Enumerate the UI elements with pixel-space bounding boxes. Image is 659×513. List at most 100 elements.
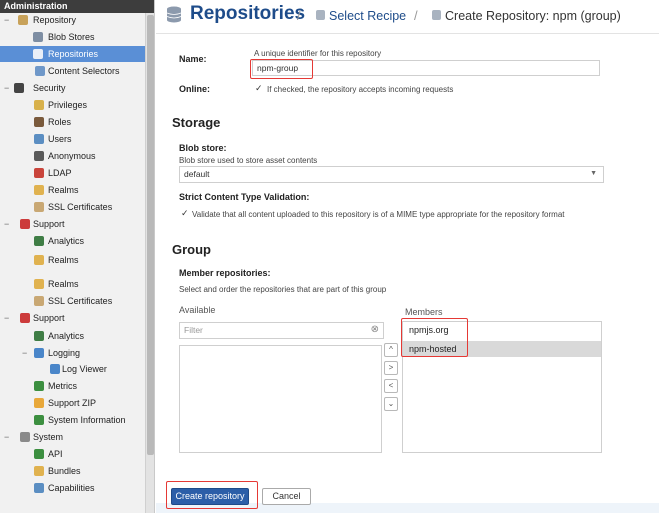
collapse-toggle-icon[interactable]: − [4, 216, 12, 232]
sidebar-item-realms[interactable]: Realms [0, 276, 145, 292]
member-repositories-label: Member repositories: [179, 268, 271, 278]
sidebar-item-label: System [33, 432, 64, 442]
add-member-button[interactable]: > [384, 361, 398, 375]
strict-validation-label: Strict Content Type Validation: [179, 192, 310, 202]
sidebar-item-support[interactable]: − Support [0, 310, 145, 326]
anonymous-icon [34, 151, 44, 161]
sidebar-item-ssl-certificates[interactable]: SSL Certificates [0, 293, 145, 309]
breadcrumb-current: Create Repository: npm (group) [445, 9, 621, 23]
realms-icon [34, 185, 44, 195]
sidebar-item-roles[interactable]: Roles [0, 114, 145, 130]
sidebar-item-content-selectors[interactable]: Content Selectors [0, 63, 145, 79]
sidebar-item-api[interactable]: API [0, 446, 145, 462]
breadcrumb-separator: / [414, 8, 418, 23]
clear-filter-icon[interactable]: ⊗ [371, 323, 379, 337]
sidebar-item-blob-stores[interactable]: Blob Stores [0, 29, 145, 45]
blob-store-select[interactable]: default ▼ [179, 166, 604, 183]
sidebar-item-log-viewer[interactable]: Log Viewer [0, 361, 145, 377]
certificate-icon [34, 296, 44, 306]
sidebar-item-label: API [48, 449, 63, 459]
sidebar-item-label: Support ZIP [48, 398, 97, 408]
sidebar-item-label: Realms [48, 279, 79, 289]
sidebar-item-label: Security [33, 83, 66, 93]
sidebar-item-logging[interactable]: − Logging [0, 345, 145, 361]
sidebar-item-capabilities[interactable]: Capabilities [0, 480, 145, 496]
storage-section-title: Storage [172, 115, 221, 130]
sidebar-item-system[interactable]: − System [0, 429, 145, 445]
filter-input[interactable]: Filter ⊗ [179, 322, 384, 339]
sidebar-item-ssl-certificates[interactable]: SSL Certificates [0, 199, 145, 215]
collapse-toggle-icon[interactable]: − [4, 80, 12, 96]
sidebar-item-metrics[interactable]: Metrics [0, 378, 145, 394]
folder-icon [18, 15, 28, 25]
sidebar-item-users[interactable]: Users [0, 131, 145, 147]
sidebar-item-label: Support [33, 219, 65, 229]
sidebar-item-support[interactable]: − Support [0, 216, 145, 232]
strict-validation-checkbox[interactable]: ✓ [181, 209, 190, 218]
sidebar-item-security[interactable]: − Security [0, 80, 145, 96]
group-section-title: Group [172, 242, 211, 257]
sidebar-item-realms[interactable]: Realms [0, 182, 145, 198]
members-label: Members [405, 307, 443, 317]
scrollbar-thumb[interactable] [147, 15, 154, 455]
collapse-toggle-icon[interactable]: − [4, 310, 12, 326]
available-label: Available [179, 305, 216, 315]
sidebar-item-label: SSL Certificates [48, 202, 113, 212]
remove-member-button[interactable]: < [384, 379, 398, 393]
realms-icon [34, 279, 44, 289]
available-list[interactable] [179, 345, 382, 453]
name-help: A unique identifier for this repository [254, 49, 382, 58]
sidebar-item-label: Repository [33, 15, 77, 25]
collapse-toggle-icon[interactable]: − [4, 429, 12, 445]
sidebar-item-label: Metrics [48, 381, 77, 391]
sidebar-item-label: Analytics [48, 331, 85, 341]
privileges-icon [34, 100, 44, 110]
role-icon [34, 117, 44, 127]
api-icon [34, 449, 44, 459]
online-label: Online: [179, 84, 210, 94]
move-up-button[interactable]: ^ [384, 343, 398, 357]
database-icon [432, 10, 441, 20]
sidebar-item-label: Bundles [48, 466, 81, 476]
cancel-button[interactable]: Cancel [262, 488, 311, 505]
page-title[interactable]: Repositories [190, 3, 305, 25]
sidebar-item-privileges[interactable]: Privileges [0, 97, 145, 113]
blob-store-value: default [184, 169, 210, 179]
collapse-toggle-icon[interactable]: − [4, 12, 12, 28]
selector-icon [35, 66, 45, 76]
sidebar-item-label: Realms [48, 255, 79, 265]
sidebar-item-label: Capabilities [48, 483, 95, 493]
support-icon [20, 313, 30, 323]
sidebar-item-support-zip[interactable]: Support ZIP [0, 395, 145, 411]
sidebar-item-repository[interactable]: − Repository [0, 12, 145, 28]
analytics-icon [34, 331, 44, 341]
move-down-button[interactable]: ⌄ [384, 397, 398, 411]
sidebar-item-analytics[interactable]: Analytics [0, 233, 145, 249]
sidebar-item-label: Content Selectors [48, 66, 120, 76]
collapse-toggle-icon[interactable]: − [22, 345, 30, 361]
sidebar-item-ldap[interactable]: LDAP [0, 165, 145, 181]
sidebar-scrollbar[interactable] [145, 13, 154, 513]
breadcrumb-select-recipe[interactable]: Select Recipe [329, 9, 406, 23]
sidebar-item-anonymous[interactable]: Anonymous [0, 148, 145, 164]
breadcrumb-separator: / [297, 8, 301, 23]
database-icon [33, 49, 43, 59]
sidebar-item-analytics[interactable]: Analytics [0, 328, 145, 344]
page-header: Repositories / Select Recipe / Create Re… [156, 0, 659, 34]
security-icon [14, 83, 24, 93]
system-icon [20, 432, 30, 442]
sidebar-item-repositories[interactable]: Repositories [0, 46, 145, 62]
name-highlight-box [250, 59, 313, 79]
users-icon [34, 134, 44, 144]
sidebar-item-system-information[interactable]: System Information [0, 412, 145, 428]
sidebar-item-realms[interactable]: Realms [0, 252, 145, 268]
online-checkbox[interactable]: ✓ [255, 84, 264, 93]
sidebar-item-label: Roles [48, 117, 72, 127]
bundles-icon [34, 466, 44, 476]
sidebar-item-bundles[interactable]: Bundles [0, 463, 145, 479]
sidebar-item-label: Analytics [48, 236, 85, 246]
member-repositories-help: Select and order the repositories that a… [179, 285, 387, 294]
filter-placeholder: Filter [184, 325, 203, 335]
database-icon [316, 10, 325, 20]
support-icon [20, 219, 30, 229]
